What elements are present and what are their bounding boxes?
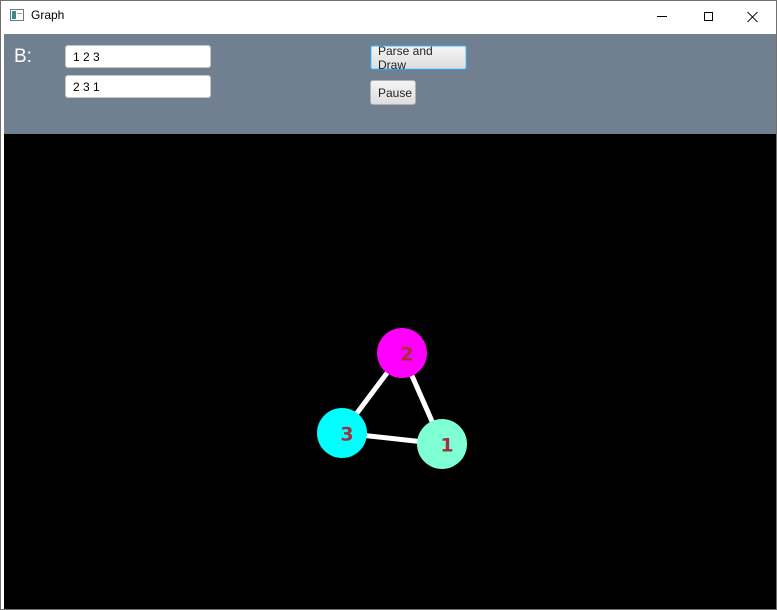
node-label: 3	[340, 424, 353, 446]
window-title: Graph	[31, 8, 65, 22]
node-label: 1	[440, 435, 453, 457]
graph-canvas[interactable]: 1 2 3	[4, 134, 776, 609]
graph-node-2[interactable]: 2	[377, 328, 427, 378]
edge-row-2-input[interactable]	[65, 75, 211, 98]
minimize-icon	[657, 16, 667, 17]
pause-button[interactable]: Pause	[370, 80, 416, 105]
app-window: Graph B: Parse and Draw Pause 1 2 3	[0, 0, 777, 610]
app-window-icon	[10, 9, 24, 21]
graph-node-3[interactable]: 3	[317, 408, 367, 458]
close-button[interactable]	[730, 1, 776, 32]
title-bar[interactable]: Graph	[1, 1, 776, 32]
control-panel: B: Parse and Draw Pause	[4, 34, 776, 134]
minimize-button[interactable]	[639, 1, 685, 32]
graph-drawing: 1 2 3	[317, 328, 467, 469]
close-icon	[747, 11, 759, 23]
b-label: B:	[14, 46, 32, 67]
graph-node-1[interactable]: 1	[417, 419, 467, 469]
maximize-icon	[703, 12, 713, 21]
parse-and-draw-button[interactable]: Parse and Draw	[370, 44, 467, 72]
edge-row-1-input[interactable]	[65, 45, 211, 68]
maximize-button[interactable]	[685, 1, 731, 32]
node-label: 2	[400, 344, 413, 366]
